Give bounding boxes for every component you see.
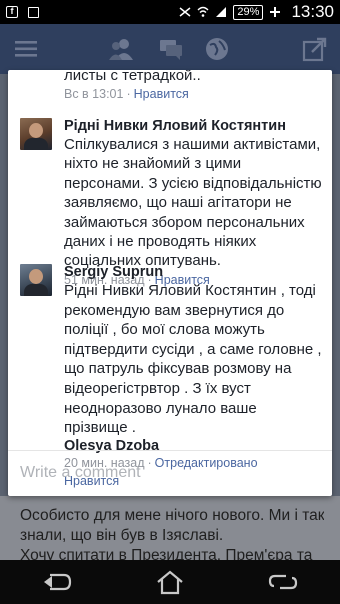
post-line: Особисто для мене нічого нового. Ми і та… [20,507,324,524]
wifi-icon [197,6,209,17]
globe-icon[interactable] [204,36,230,62]
friends-icon[interactable] [108,36,134,62]
comment-partial: листы с тетрадкой.. Вс в 13:01 · Нравится [8,70,332,101]
charging-icon [270,7,281,17]
signal-icon [216,7,227,17]
avatar[interactable] [20,118,52,150]
messages-icon[interactable] [158,36,184,62]
clock: 13:30 [291,2,334,21]
avatar[interactable] [20,264,52,296]
bluetooth-icon [179,7,191,17]
tagged-author[interactable]: Olesya Dzoba [64,438,322,454]
comment-text: листы с тетрадкой.. [64,70,201,84]
recent-apps-button[interactable] [266,568,300,596]
status-bar: f 29% 13:30 [0,0,340,24]
comment-author[interactable]: Рідні Нивки Яловий Костянтин [64,118,322,134]
comment-author[interactable]: Sergiy Suprun [64,264,322,280]
comments-dialog: листы с тетрадкой.. Вс в 13:01 · Нравится … [8,70,332,496]
back-button[interactable] [40,568,74,596]
comment-meta: Вс в 13:01 · Нравится [64,87,189,101]
app-top-bar [0,24,340,74]
comment-time: Вс в 13:01 [64,87,124,101]
post-line: знали, що він був в Ізяславі. [20,527,224,544]
comment-text: Рідні Нивки Яловий Костянтин , тоді реко… [64,282,322,437]
background-post-text: Особисто для мене нічого нового. Ми і та… [0,496,340,564]
home-button[interactable] [153,568,187,596]
recent-apps-icon [269,574,298,590]
menu-icon[interactable] [14,36,40,62]
write-comment-input[interactable]: Write a comment [20,464,141,482]
home-icon [157,570,183,595]
comment-text: Спілкувалися з нашими активістами, ніхто… [64,136,322,270]
like-link[interactable]: Нравится [134,87,189,101]
facebook-notification-icon: f [6,6,18,18]
edited-link[interactable]: Отредактировано [155,456,258,470]
composer-divider [8,450,332,451]
screenshot-notification-icon [28,6,39,18]
back-icon [43,573,71,591]
share-icon[interactable] [302,36,328,62]
battery-indicator: 29% [233,4,264,20]
navigation-bar [0,560,340,604]
